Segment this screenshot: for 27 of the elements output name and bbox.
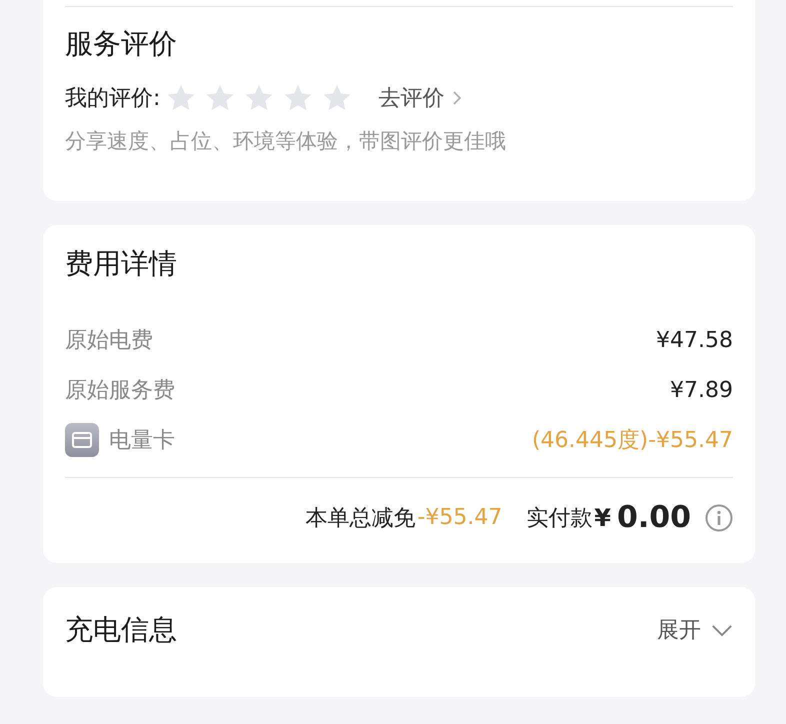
card-icon xyxy=(65,423,99,457)
chevron-icon[interactable] xyxy=(711,624,733,636)
star-icon[interactable] xyxy=(322,83,352,113)
section-title: 服务评价 xyxy=(65,26,178,62)
fee-value: (46.445度)-¥55.47 xyxy=(532,427,733,455)
hint-text: 分享速度、占位、环境等体验，带图评价更佳哦 xyxy=(65,128,507,155)
section-title: 充电信息 xyxy=(65,612,177,648)
rating-label: 我的评价: xyxy=(65,85,160,113)
fee-label: 原始电费 xyxy=(65,327,153,355)
paid-label: 实付款 xyxy=(526,504,592,532)
expand-toggle[interactable]: 展开 xyxy=(657,615,733,645)
review-link[interactable]: 去评价 xyxy=(378,83,462,113)
paid-amount: 0.00 xyxy=(616,500,691,535)
star-icon[interactable] xyxy=(205,83,236,113)
discount-value: -¥55.47 xyxy=(417,505,502,530)
chevron-icon[interactable] xyxy=(452,90,462,106)
fee-value: ¥47.58 xyxy=(656,328,733,352)
fee-value: ¥7.89 xyxy=(670,378,733,402)
star-icon[interactable] xyxy=(244,83,274,113)
currency-sign: ¥ xyxy=(594,504,611,532)
fee-label: 电量卡 xyxy=(109,427,175,455)
discount-label: 本单总减免 xyxy=(305,504,416,532)
section-title: 费用详情 xyxy=(65,246,178,282)
info-icon[interactable] xyxy=(705,504,733,532)
fee-label: 原始服务费 xyxy=(65,377,175,405)
star-icon[interactable] xyxy=(283,83,314,113)
star-icon[interactable] xyxy=(166,83,196,113)
